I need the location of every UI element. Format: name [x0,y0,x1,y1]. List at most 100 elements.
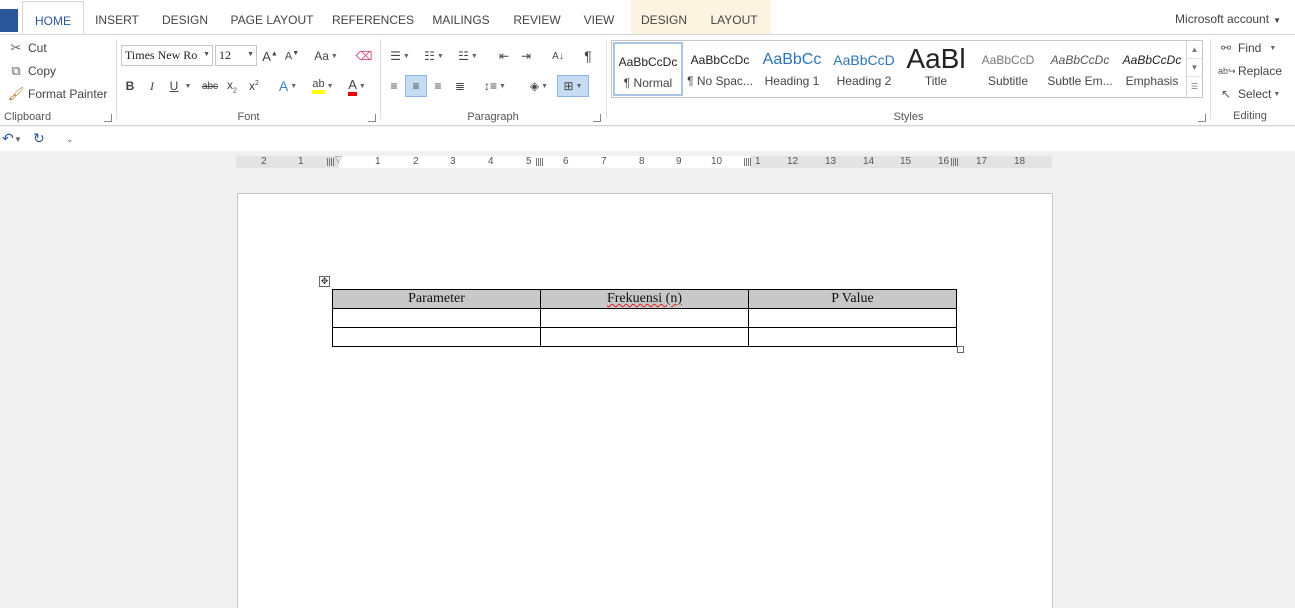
font-launcher-icon[interactable] [368,114,376,122]
redo-icon[interactable]: ↻ [33,130,45,147]
grow-font-button[interactable]: A▲ [259,45,281,67]
style-preview: AaBbCcDc [618,55,678,69]
account-menu[interactable]: Microsoft account ▼ [1175,12,1281,26]
change-case-button[interactable]: Aa ▼ [311,45,341,67]
file-tab[interactable] [0,9,18,32]
select-button[interactable]: ↖ Select ▼ [1218,84,1280,104]
cursor-arrow-icon: ↖ [1220,87,1232,101]
find-button[interactable]: ⚯ Find ▼ [1218,38,1276,58]
font-label: Font [237,111,260,123]
table-cell[interactable] [332,308,541,328]
tab-references[interactable]: REFERENCES [332,0,414,34]
binoculars-icon: ⚯ [1220,41,1232,55]
tab-home[interactable]: HOME [22,1,84,36]
replace-button[interactable]: ab↪ Replace [1218,61,1282,81]
shrink-font-button[interactable]: A▼ [281,45,303,67]
font-name-combo[interactable]: Times New Ro ▼ [121,45,213,66]
table-cell[interactable] [748,308,957,328]
multilevel-list-button[interactable]: ☳ ▼ [453,45,483,67]
style-subtitle[interactable]: AaBbCcD Subtitle [973,42,1043,96]
decrease-indent-button[interactable]: ⇤ [493,45,515,67]
undo-icon[interactable]: ↶ [2,130,14,147]
style-no-spacing[interactable]: AaBbCcDc ¶ No Spac... [685,42,755,96]
styles-launcher-icon[interactable] [1198,114,1206,122]
numbering-button[interactable]: ☷ ▼ [419,45,449,67]
gallery-more-icon[interactable]: ☰ [1187,77,1202,95]
table-header-text: Frekuensi (n) [606,291,683,306]
clipboard-launcher-icon[interactable] [104,114,112,122]
style-title[interactable]: AaBl Title [901,42,971,96]
borders-button[interactable]: ⊞ ▼ [557,75,589,97]
show-formatting-button[interactable]: ¶ [577,45,599,67]
document-table[interactable]: Parameter Frekuensi (n) P Value [332,289,957,347]
bold-button[interactable]: B [119,75,141,97]
sort-icon: A↓ [552,50,564,62]
underline-dropdown[interactable]: ▼ [181,75,193,97]
document-page[interactable] [237,193,1053,608]
highlight-color-button[interactable]: ab ▼ [307,75,339,97]
horizontal-ruler[interactable]: 2 1 1 2 3 4 5 6 7 8 9 10 1 12 13 14 15 1… [236,153,1052,168]
text-effects-button[interactable]: A ▼ [273,75,303,97]
column-marker-icon[interactable] [536,158,544,166]
tab-design[interactable]: DESIGN [156,0,214,34]
strikethrough-icon: abc [201,80,219,92]
line-spacing-button[interactable]: ↕≡ ▼ [479,75,511,97]
justify-icon: ≣ [454,79,466,93]
style-heading-2[interactable]: AaBbCcD Heading 2 [829,42,899,96]
superscript-button[interactable]: x2 [243,75,265,97]
increase-indent-button[interactable]: ⇥ [515,45,537,67]
align-right-button[interactable]: ≡ [427,75,449,97]
cut-button[interactable]: ✂ Cut [8,38,47,58]
align-left-button[interactable]: ≡ [383,75,405,97]
tab-view[interactable]: VIEW [580,0,618,34]
table-cell[interactable] [540,308,749,328]
table-cell[interactable] [748,327,957,347]
bullets-button[interactable]: ☰ ▼ [385,45,415,67]
shading-button[interactable]: ◈ ▼ [523,75,555,97]
column-marker-icon[interactable] [327,158,335,166]
font-size-combo[interactable]: 12 ▼ [215,45,257,66]
format-painter-button[interactable]: 🖌 Format Painter [8,84,108,104]
table-cell[interactable] [540,327,749,347]
copy-button[interactable]: ⧉ Copy [8,61,56,81]
table-move-handle-icon[interactable]: ✥ [319,276,330,287]
style-normal[interactable]: AaBbCcDc ¶ Normal [613,42,683,96]
clear-formatting-button[interactable]: ⌫ [353,45,375,67]
tab-table-layout[interactable]: LAYOUT [706,0,762,34]
align-center-button[interactable]: ≡ [405,75,427,97]
editing-label: Editing [1233,110,1267,122]
word-window: HOME INSERT DESIGN PAGE LAYOUT REFERENCE… [0,0,1295,608]
justify-button[interactable]: ≣ [449,75,471,97]
strikethrough-button[interactable]: abc [199,75,221,97]
style-subtle-emphasis[interactable]: AaBbCcDc Subtle Em... [1045,42,1115,96]
indent-marker-icon[interactable]: ▽ [335,153,342,165]
table-header-cell[interactable]: Parameter [332,289,541,309]
scroll-down-icon[interactable]: ▼ [1187,59,1202,77]
align-left-icon: ≡ [390,79,398,93]
style-name: Subtitle [987,74,1029,88]
chevron-down-icon[interactable]: ▼ [14,135,22,144]
ruler-number: 9 [676,156,682,167]
tab-mailings[interactable]: MAILINGS [428,0,494,34]
subscript-button[interactable]: x2 [221,75,243,97]
tab-page-layout[interactable]: PAGE LAYOUT [228,0,316,34]
scroll-up-icon[interactable]: ▲ [1187,41,1202,59]
column-marker-icon[interactable] [744,158,752,166]
style-preview: AaBbCcD [833,52,895,68]
font-color-button[interactable]: A ▼ [341,75,373,97]
table-cell[interactable] [332,327,541,347]
pilcrow-icon: ¶ [584,48,592,64]
paragraph-launcher-icon[interactable] [593,114,601,122]
tab-table-design[interactable]: DESIGN [638,0,690,34]
style-emphasis[interactable]: AaBbCcDc Emphasis [1117,42,1187,96]
table-header-cell[interactable]: P Value [748,289,957,309]
tab-insert[interactable]: INSERT [92,0,142,34]
customize-qat-icon[interactable]: ⌄ [66,134,74,145]
style-heading-1[interactable]: AaBbCc Heading 1 [757,42,827,96]
italic-button[interactable]: I [141,75,163,97]
tab-review[interactable]: REVIEW [510,0,564,34]
sort-button[interactable]: A↓ [547,45,569,67]
column-marker-icon[interactable] [951,158,959,166]
table-header-cell[interactable]: Frekuensi (n) [540,289,749,309]
table-resize-handle-icon[interactable] [957,346,964,353]
